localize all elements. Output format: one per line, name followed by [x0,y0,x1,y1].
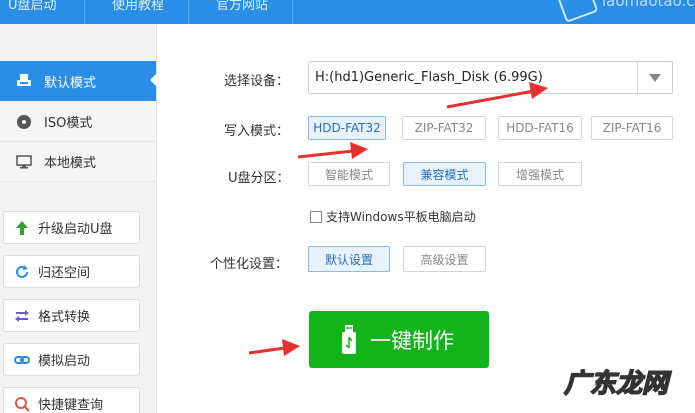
device-value: H:(hd1)Generic_Flash_Disk (6.99G) [315,70,543,85]
tab-divider [188,0,189,24]
tool-label: 模拟启动 [38,354,91,369]
tool-label: 归还空间 [38,266,91,281]
active-indicator [150,73,157,87]
watermark-text: 广东龙网 [564,369,672,399]
usb-drive-icon [16,73,32,89]
tool-label: 格式转换 [38,310,91,325]
disc-icon [16,114,32,130]
usb-stick-icon [340,324,358,356]
sidebar: 默认模式 ISO模式 本地模式 升级启动U盘 归还空间 格式转换 模拟启动 快捷… [0,24,157,413]
tab-official-site[interactable]: 官方网站 [216,0,268,18]
tablet-support-option[interactable]: 支持Windows平板电脑启动 [310,208,476,225]
device-label: 选择设备： [224,74,290,89]
search-icon [14,396,30,412]
partition-compatible[interactable]: 兼容模式 [403,162,486,186]
tool-label: 快捷键查询 [38,398,104,413]
tab-tutorial[interactable]: 使用教程 [112,0,164,18]
write-mode-label: 写入模式： [224,124,290,139]
partition-enhanced[interactable]: 增强模式 [498,162,582,186]
tab-usb-boot[interactable]: U盘启动 [8,0,57,18]
device-select[interactable]: H:(hd1)Generic_Flash_Disk (6.99G) [308,61,673,94]
mode-item-iso[interactable]: ISO模式 [0,102,156,142]
tablet-support-checkbox[interactable] [310,210,322,223]
logo-icon [555,0,599,23]
chevron-down-icon [649,73,661,82]
make-bootable-button[interactable]: 一键制作 [309,311,489,368]
tab-divider [84,0,85,24]
tool-label: 升级启动U盘 [38,222,113,237]
default-settings-button[interactable]: 默认设置 [308,246,390,272]
mode-item-local[interactable]: 本地模式 [0,142,156,182]
main-panel: 选择设备： H:(hd1)Generic_Flash_Disk (6.99G) … [158,24,695,413]
tab-divider [292,0,293,24]
make-button-label: 一键制作 [370,328,454,353]
mode-item-label: 默认模式 [44,75,97,91]
mode-item-label: ISO模式 [44,116,93,131]
convert-icon [14,308,30,324]
format-convert-button[interactable]: 格式转换 [3,299,140,332]
tablet-support-label: 支持Windows平板电脑启动 [326,210,476,224]
advanced-settings-button[interactable]: 高级设置 [403,246,486,272]
dropdown-toggle[interactable] [637,62,672,93]
mode-item-default[interactable]: 默认模式 [0,61,157,101]
refresh-icon [14,264,30,280]
upgrade-usb-button[interactable]: 升级启动U盘 [3,211,140,244]
write-mode-zip-fat16[interactable]: ZIP-FAT16 [591,116,673,140]
hotkey-query-button[interactable]: 快捷键查询 [3,387,140,413]
top-tab-bar: U盘启动 使用教程 官方网站 laomaotao.com [0,0,695,24]
watermark-logo: 广东龙网 [563,368,673,400]
monitor-icon [16,154,32,170]
restore-space-button[interactable]: 归还空间 [3,255,140,288]
partition-smart[interactable]: 智能模式 [308,162,390,186]
upgrade-arrow-icon [14,220,30,236]
write-mode-zip-fat32[interactable]: ZIP-FAT32 [402,116,486,140]
write-mode-hdd-fat32[interactable]: HDD-FAT32 [308,116,386,140]
write-mode-hdd-fat16[interactable]: HDD-FAT16 [498,116,582,140]
personalize-label: 个性化设置： [210,257,289,272]
partition-label: U盘分区： [228,171,290,186]
simulate-boot-button[interactable]: 模拟启动 [3,343,140,376]
link-icon [14,352,30,368]
mode-item-label: 本地模式 [44,156,97,171]
site-domain: laomaotao.com [602,0,695,10]
